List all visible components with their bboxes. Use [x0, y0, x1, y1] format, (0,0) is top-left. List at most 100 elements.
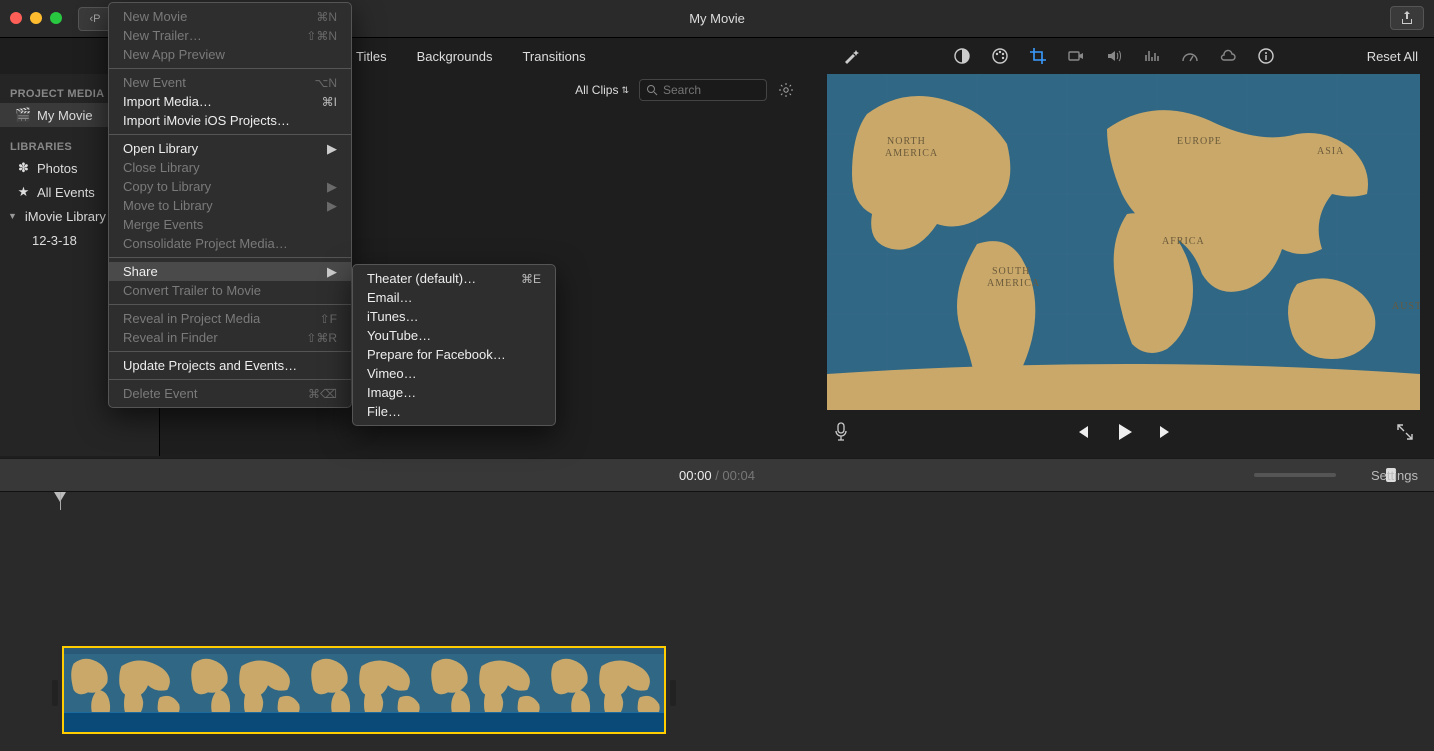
- window-title: My Movie: [689, 11, 745, 26]
- file-menu-separator: [109, 68, 351, 69]
- file-menu: New Movie⌘NNew Trailer…⇧⌘NNew App Previe…: [108, 2, 352, 408]
- svg-text:EUROPE: EUROPE: [1177, 136, 1222, 147]
- fullscreen-icon[interactable]: [1396, 423, 1414, 444]
- share-menu-item-theater-default[interactable]: Theater (default)…⌘E: [353, 269, 555, 288]
- share-menu-item-youtube[interactable]: YouTube…: [353, 326, 555, 345]
- file-menu-item-import-media[interactable]: Import Media…⌘I: [109, 92, 351, 111]
- world-map-preview: NORTHAMERICA SOUTHAMERICA EUROPE AFRICA …: [827, 74, 1420, 410]
- menu-item-shortcut: ⇧F: [320, 312, 337, 326]
- all-clips-dropdown[interactable]: All Clips ⇅: [575, 83, 629, 97]
- menu-item-shortcut: ⇧⌘R: [306, 331, 337, 345]
- menu-item-label: Convert Trailer to Movie: [123, 283, 261, 298]
- zoom-slider-track[interactable]: [1254, 473, 1336, 477]
- menu-item-label: File…: [367, 404, 401, 419]
- share-menu-item-prepare-for-facebook[interactable]: Prepare for Facebook…: [353, 345, 555, 364]
- volume-icon[interactable]: [1104, 46, 1124, 66]
- next-button[interactable]: [1157, 423, 1175, 444]
- svg-text:NORTH: NORTH: [887, 136, 926, 147]
- timeline[interactable]: [0, 492, 1434, 751]
- timeline-header: 00:00 / 00:04 Settings: [0, 458, 1434, 492]
- svg-text:AFRICA: AFRICA: [1162, 236, 1205, 247]
- timeline-settings-button[interactable]: Settings: [1371, 468, 1418, 483]
- file-menu-item-copy-to-library: Copy to Library▶: [109, 177, 351, 196]
- cloud-icon[interactable]: [1218, 46, 1238, 66]
- menu-item-label: Close Library: [123, 160, 200, 175]
- equalizer-icon[interactable]: [1142, 46, 1162, 66]
- timecode-duration: 00:04: [722, 468, 755, 483]
- search-input-wrapper[interactable]: [639, 79, 767, 101]
- share-submenu: Theater (default)…⌘E Email… iTunes…YouTube…: [352, 264, 556, 426]
- menu-item-label: Reveal in Finder: [123, 330, 218, 345]
- info-icon[interactable]: [1256, 46, 1276, 66]
- menu-item-label: Email…: [367, 290, 413, 305]
- share-menu-item-vimeo[interactable]: Vimeo…: [353, 364, 555, 383]
- file-menu-separator: [109, 304, 351, 305]
- file-menu-item-share[interactable]: Share ▶: [109, 262, 351, 281]
- crop-icon[interactable]: [1028, 46, 1048, 66]
- timeline-clip[interactable]: [62, 646, 666, 734]
- disclosure-triangle-icon[interactable]: ▼: [8, 211, 17, 221]
- share-menu-item-file[interactable]: File…: [353, 402, 555, 421]
- share-icon: [1399, 10, 1415, 26]
- file-menu-item-open-library[interactable]: Open Library▶: [109, 139, 351, 158]
- menu-item-label: Import Media…: [123, 94, 212, 109]
- share-menu-item-itunes[interactable]: iTunes…: [353, 307, 555, 326]
- chevron-updown-icon: ⇅: [621, 85, 629, 96]
- inspector-toolbar: Reset All: [827, 38, 1434, 74]
- file-menu-item-new-app-preview: New App Preview: [109, 45, 351, 64]
- file-menu-item-reveal-in-project-media: Reveal in Project Media⇧F: [109, 309, 351, 328]
- menu-item-label: New Trailer…: [123, 28, 202, 43]
- tab-titles[interactable]: Titles: [356, 49, 387, 64]
- clip-audio-lane[interactable]: [64, 712, 664, 732]
- search-input[interactable]: [663, 83, 753, 97]
- menu-item-label: Copy to Library: [123, 179, 211, 194]
- file-menu-item-update-projects-and-events[interactable]: Update Projects and Events…: [109, 356, 351, 375]
- back-button[interactable]: ‹ P: [78, 7, 112, 31]
- menu-item-label: Vimeo…: [367, 366, 417, 381]
- window-traffic-lights: [10, 12, 62, 24]
- speed-icon[interactable]: [1180, 46, 1200, 66]
- camera-icon[interactable]: [1066, 46, 1086, 66]
- photos-icon: ✽: [16, 161, 31, 176]
- palette-icon[interactable]: [990, 46, 1010, 66]
- back-button-label: P: [93, 13, 100, 25]
- file-menu-item-convert-trailer-to-movie: Convert Trailer to Movie: [109, 281, 351, 300]
- menu-item-label: New Event: [123, 75, 186, 90]
- file-menu-item-import-imovie-ios-projects[interactable]: Import iMovie iOS Projects…: [109, 111, 351, 130]
- close-window-button[interactable]: [10, 12, 22, 24]
- share-top-button[interactable]: [1390, 6, 1424, 30]
- menu-item-label: Share: [123, 264, 158, 279]
- file-menu-item-delete-event: Delete Event⌘⌫: [109, 384, 351, 403]
- share-menu-item-image[interactable]: Image…: [353, 383, 555, 402]
- previous-button[interactable]: [1073, 423, 1091, 444]
- playhead-line: [60, 492, 61, 510]
- submenu-arrow-icon: ▶: [327, 198, 337, 214]
- file-menu-item-consolidate-project-media: Consolidate Project Media…: [109, 234, 351, 253]
- submenu-arrow-icon: ▶: [327, 141, 337, 157]
- preview-canvas[interactable]: NORTHAMERICA SOUTHAMERICA EUROPE AFRICA …: [827, 74, 1420, 410]
- tab-backgrounds[interactable]: Backgrounds: [417, 49, 493, 64]
- timecode: 00:00 / 00:04: [679, 468, 755, 483]
- menu-item-label: Prepare for Facebook…: [367, 347, 506, 362]
- contrast-icon[interactable]: [952, 46, 972, 66]
- menu-item-shortcut: ⌘⌫: [308, 387, 337, 401]
- star-icon: ★: [16, 185, 31, 200]
- gear-icon[interactable]: [777, 81, 795, 99]
- menu-item-label: Merge Events: [123, 217, 203, 232]
- svg-text:ASIA: ASIA: [1317, 146, 1344, 157]
- file-menu-item-reveal-in-finder: Reveal in Finder ⇧⌘R: [109, 328, 351, 347]
- menu-item-shortcut: ⇧⌘N: [306, 29, 337, 43]
- menu-item-label: Theater (default)…: [367, 271, 476, 286]
- clip-trim-handle-left[interactable]: [52, 680, 58, 706]
- tab-transitions[interactable]: Transitions: [522, 49, 585, 64]
- reset-all-button[interactable]: Reset All: [1367, 49, 1418, 64]
- search-icon: [646, 84, 658, 96]
- zoom-window-button[interactable]: [50, 12, 62, 24]
- play-button[interactable]: [1113, 421, 1135, 446]
- submenu-arrow-icon: ▶: [327, 264, 337, 280]
- magic-wand-icon[interactable]: [841, 46, 861, 66]
- share-menu-item-email[interactable]: Email…: [353, 288, 555, 307]
- clip-trim-handle-right[interactable]: [670, 680, 676, 706]
- microphone-icon[interactable]: [833, 422, 849, 445]
- minimize-window-button[interactable]: [30, 12, 42, 24]
